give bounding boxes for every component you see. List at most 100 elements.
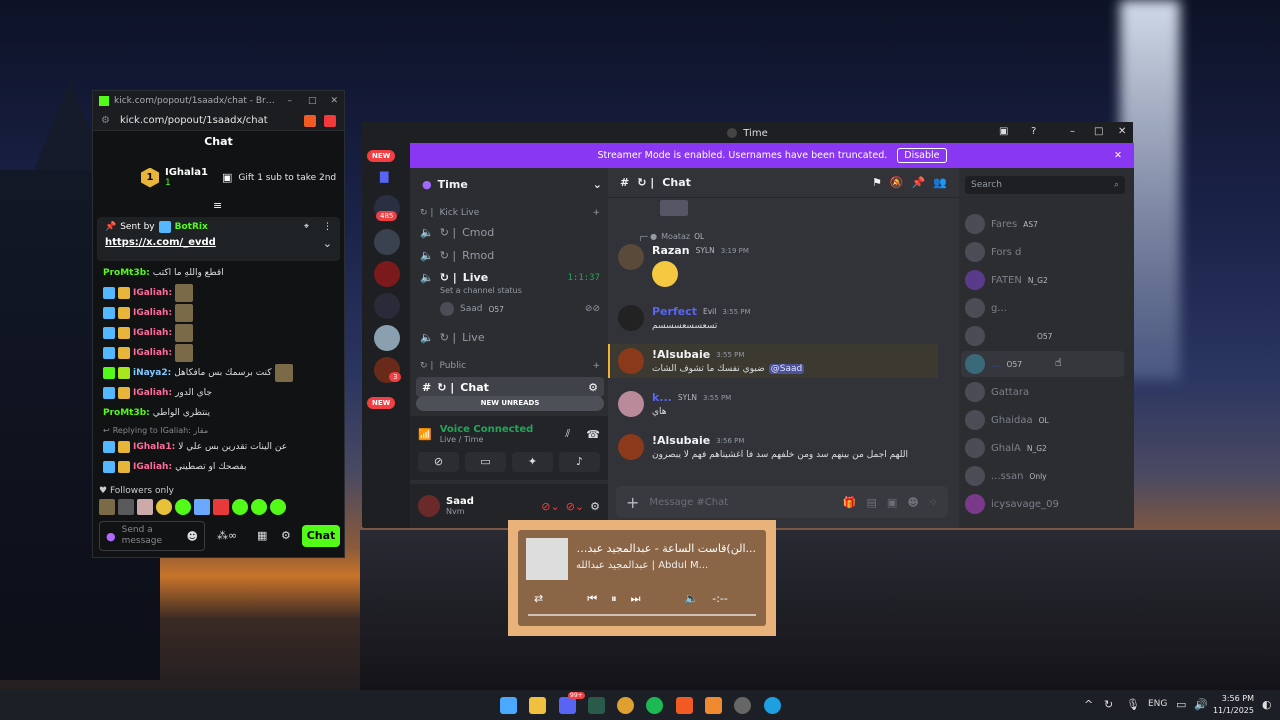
emoji-icon[interactable]: ☻ (187, 530, 198, 543)
member-item[interactable]: ... O57 (965, 354, 1022, 374)
url-text[interactable]: kick.com/popout/1saadx/chat (120, 115, 304, 126)
activities-button[interactable]: ✦ (512, 452, 553, 472)
store-icon[interactable]: ▦ (257, 529, 267, 542)
avatar[interactable] (618, 305, 644, 331)
member-item[interactable]: ...ssan Only (965, 466, 1047, 486)
maximize-icon[interactable]: □ (308, 96, 317, 106)
gif-icon[interactable]: ▤ (867, 496, 877, 509)
avatar[interactable] (618, 244, 644, 270)
chat-send-button[interactable]: Chat (302, 525, 340, 547)
close-icon[interactable]: ✕ (1118, 126, 1126, 137)
reply-preview[interactable]: ╭─ ● Moataz OL (638, 232, 704, 241)
member-item[interactable]: Gattara (965, 382, 1029, 402)
member-item[interactable]: icysavage_09 (965, 494, 1059, 514)
collapse-icon[interactable]: ≡ (213, 199, 222, 212)
text-channel-chat[interactable]: # ↻ | Chat ⚙ (416, 377, 604, 397)
member-item[interactable]: FATEN N_G2 (965, 270, 1048, 290)
emote[interactable] (118, 499, 134, 515)
spotify-icon[interactable] (646, 697, 663, 714)
voice-channel-path[interactable]: Live / Time (440, 435, 558, 444)
file-explorer-icon[interactable] (529, 697, 546, 714)
more-icon[interactable]: ⋮ (323, 222, 332, 232)
volume-tray-icon[interactable]: 🔊 (1194, 698, 1208, 711)
camera-button[interactable]: ⊘ (418, 452, 459, 472)
close-icon[interactable]: ✕ (330, 96, 338, 106)
composer-placeholder[interactable]: Message #Chat (649, 497, 832, 508)
mic-tray-icon[interactable]: 🎙 (1126, 698, 1140, 711)
edge-icon[interactable] (764, 697, 781, 714)
server-icon[interactable] (374, 229, 400, 255)
unpin-icon[interactable]: ⌖ (304, 222, 309, 232)
emote[interactable] (194, 499, 210, 515)
minimize-icon[interactable]: – (287, 96, 292, 106)
notifications-tray-icon[interactable]: ◐ (1262, 698, 1272, 711)
pinned-icon[interactable]: 📌 (912, 176, 926, 189)
server-icon[interactable] (374, 325, 400, 351)
server-header[interactable]: ● Time ⌄ (422, 178, 602, 191)
member-list-icon[interactable]: 👥 (933, 176, 947, 189)
volume-icon[interactable]: 🔈 (685, 592, 699, 606)
top-gifter-name[interactable]: IGhala1 (165, 167, 208, 178)
voice-user[interactable]: Saad O57 ⊘⊘ (440, 302, 600, 316)
emote[interactable] (156, 499, 172, 515)
points-icon[interactable]: ⁂∞ (217, 529, 237, 542)
avatar[interactable] (618, 391, 644, 417)
address-bar[interactable]: ⚙ kick.com/popout/1saadx/chat (93, 111, 344, 131)
app-icon[interactable] (705, 697, 722, 714)
chrome-icon[interactable] (617, 697, 634, 714)
member-item[interactable]: Fors d (965, 242, 1021, 262)
github-icon[interactable] (734, 697, 751, 714)
apps-icon[interactable]: ⁘ (929, 496, 938, 509)
soundboard-button[interactable]: ♪ (559, 452, 600, 472)
voice-channel-rmod[interactable]: 🔈 ↻ | Rmod (420, 249, 494, 262)
pause-icon[interactable]: ⏸ (611, 592, 617, 606)
emote[interactable] (137, 499, 153, 515)
invite-settings-icon[interactable]: ⚙ (588, 381, 598, 394)
clock[interactable]: 3:56 PM 11/1/2025 (1210, 693, 1254, 717)
user-settings-icon[interactable]: ⚙ (590, 500, 600, 513)
member-item[interactable]: O57 (965, 326, 1052, 346)
minimize-icon[interactable]: – (1070, 126, 1075, 137)
maximize-icon[interactable]: □ (1094, 126, 1103, 137)
member-item[interactable]: Fares AS7 (965, 214, 1038, 234)
threads-icon[interactable]: ⚑ (872, 176, 882, 189)
message-composer[interactable]: + Message #Chat 🎁 ▤ ▣ ☻ ⁘ (616, 486, 948, 518)
category-public[interactable]: ↻ | Public + (420, 361, 600, 371)
add-channel-icon[interactable]: + (592, 361, 600, 371)
next-icon[interactable]: ⏭ (631, 592, 641, 606)
notifications-icon[interactable]: 🔕 (890, 176, 904, 189)
chevron-down-icon[interactable]: ⌄ (593, 178, 602, 191)
mention-pill[interactable]: @Saad (768, 364, 805, 374)
message-input[interactable]: ● Send a message ☻ (99, 521, 205, 551)
voice-channel-cmod[interactable]: 🔈 ↻ | Cmod (420, 226, 494, 239)
avatar[interactable] (618, 348, 644, 374)
search-input[interactable]: Search ⌕ (965, 176, 1125, 194)
user-name[interactable]: Saad (446, 496, 535, 507)
close-banner-icon[interactable]: ✕ (1114, 150, 1122, 161)
brave-icon[interactable] (676, 697, 693, 714)
add-channel-icon[interactable]: + (592, 208, 600, 218)
server-icon[interactable] (374, 261, 400, 287)
signal-icon[interactable]: 📶 (418, 428, 432, 441)
sync-icon[interactable]: ↻ (1104, 698, 1113, 711)
category-kick-live[interactable]: ↻ | Kick Live + (420, 208, 600, 218)
emote[interactable] (232, 499, 248, 515)
xbox-icon[interactable] (588, 697, 605, 714)
mute-icon[interactable]: ⊘⌄ (541, 500, 559, 513)
network-icon[interactable]: ▭ (1176, 698, 1186, 711)
progress-bar[interactable] (528, 614, 756, 616)
site-settings-icon[interactable]: ⚙ (101, 115, 110, 126)
screen-share-button[interactable]: ▭ (465, 452, 506, 472)
chevron-up-icon[interactable]: ^ (1084, 698, 1093, 711)
emoji-icon[interactable]: ☻ (907, 496, 918, 509)
add-attachment-icon[interactable]: + (626, 493, 639, 512)
member-item[interactable]: Ghaidaa OL (965, 410, 1049, 430)
language-indicator[interactable]: ENG (1148, 699, 1167, 709)
disconnect-icon[interactable]: ☎ (586, 428, 600, 441)
voice-channel-live-2[interactable]: 🔈 ↻ | Live (420, 331, 485, 344)
voice-channel-live[interactable]: 🔈 ↻ | Live 1:1:37 (420, 271, 600, 284)
new-unreads-pill[interactable]: NEW UNREADS (416, 396, 604, 411)
emote[interactable] (213, 499, 229, 515)
new-badge[interactable]: NEW (367, 397, 396, 409)
gift-text[interactable]: Gift 1 sub to take 2nd (238, 173, 336, 183)
